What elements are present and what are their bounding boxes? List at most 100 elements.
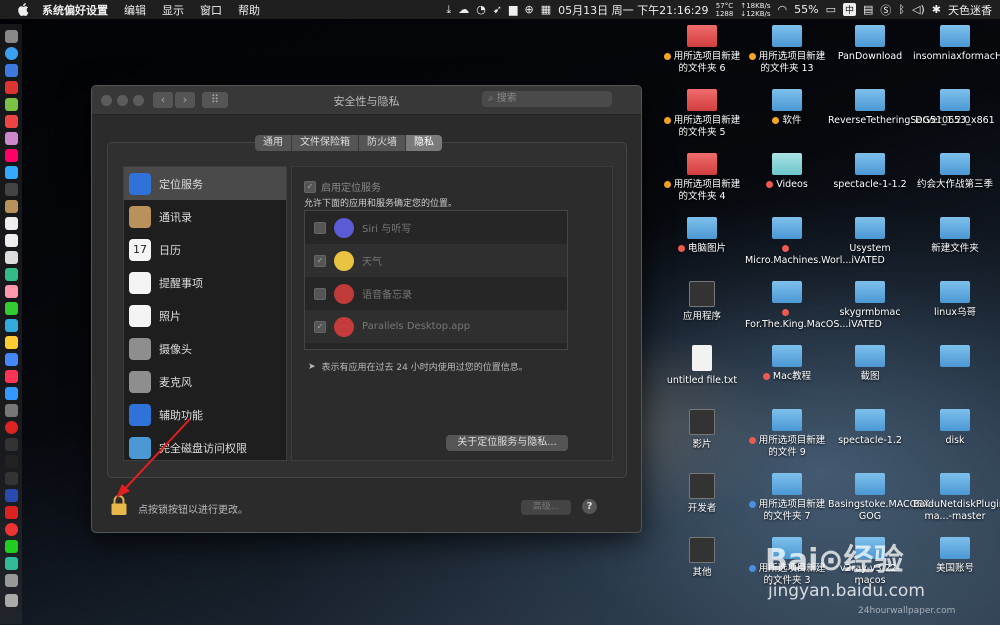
app-checkbox[interactable]: ✓ <box>314 254 326 267</box>
s-icon[interactable]: Ⓢ <box>880 2 891 18</box>
desktop-item[interactable]: 用所选项目新建的文件夹 13 <box>745 25 829 75</box>
desktop-item[interactable] <box>913 345 997 371</box>
desktop-item[interactable]: skygrmbmac <box>828 281 912 319</box>
desktop-item[interactable]: 用所选项目新建的文件夹 7 <box>745 473 829 523</box>
enable-location-checkbox[interactable]: ✓ 启用定位服务 <box>304 179 381 194</box>
finder-icon[interactable] <box>5 30 18 43</box>
message-icon[interactable]: ▆ <box>509 3 517 16</box>
datetime[interactable]: 05月13日 周一 下午21:16:29 <box>558 2 708 18</box>
about-location-button[interactable]: 关于定位服务与隐私... <box>446 435 568 451</box>
desktop-item[interactable]: 软件 <box>745 89 829 127</box>
user-name[interactable]: 天色迷香 <box>948 2 992 18</box>
location-app-list[interactable]: Siri 与听写 ✓ 天气 语音备忘录 ✓ Parallels Desktop.app <box>304 210 568 350</box>
vivaldi-dock-icon[interactable] <box>5 421 18 434</box>
input-method[interactable]: 中 <box>842 3 856 16</box>
wifi-icon[interactable]: ◠ <box>778 3 788 16</box>
calendar-menu-icon[interactable]: ▦ <box>541 3 551 16</box>
contacts-dock-icon[interactable] <box>5 200 18 213</box>
app-icon-3[interactable] <box>5 132 18 145</box>
sidebar-item-camera[interactable]: 摄像头 <box>124 332 286 365</box>
network-speed[interactable]: ↑18KB/s ↓12KB/s <box>740 2 770 18</box>
battery-percent[interactable]: 55% <box>794 3 818 16</box>
tab-1[interactable]: 文件保险箱 <box>292 135 359 151</box>
desktop-item[interactable]: 用所选项目新建的文件夹 6 <box>660 25 744 75</box>
netease-dock-icon[interactable] <box>5 523 18 536</box>
reminders-dock-icon[interactable] <box>5 251 18 264</box>
sidebar-item-calendar[interactable]: 17 日历 <box>124 233 286 266</box>
volume-icon[interactable]: ◁) <box>912 3 925 16</box>
app-checkbox[interactable] <box>314 221 326 234</box>
desktop-item[interactable]: 美国账号 <box>913 537 997 575</box>
calendar-dock-icon[interactable] <box>5 217 18 230</box>
vpn-dock-icon[interactable] <box>5 489 18 502</box>
desktop-item[interactable]: 用所选项目新建的文件夹 4 <box>660 153 744 203</box>
preferences-dock-icon[interactable] <box>5 404 18 417</box>
desktop-item[interactable]: 应用程序 <box>660 281 744 323</box>
sidebar-item-accessibility[interactable]: 辅助功能 <box>124 398 286 431</box>
desktop-item[interactable]: untitled file.txt <box>660 345 744 387</box>
sidebar-item-reminders[interactable]: 提醒事项 <box>124 266 286 299</box>
desktop-item[interactable]: 约会大作战第三季 <box>913 153 997 191</box>
terminal-dock-icon[interactable] <box>5 438 18 451</box>
maps-dock-icon[interactable] <box>5 268 18 281</box>
help-button[interactable]: ? <box>582 499 597 514</box>
music-dock-icon[interactable] <box>5 370 18 383</box>
tab-0[interactable]: 通用 <box>255 135 292 151</box>
desktop-item[interactable]: Basingstoke.MACOSX-GOG <box>828 473 933 523</box>
tab-3[interactable]: 隐私 <box>406 135 442 151</box>
menu-app-name[interactable]: 系统偏好设置 <box>42 2 108 18</box>
window-titlebar[interactable]: ‹ › ⠿ 安全性与隐私 ⌕ 搜索 <box>92 86 641 115</box>
keynote-dock-icon[interactable] <box>5 353 18 366</box>
desktop-item[interactable]: For.The.King.MacOS...iVATED <box>745 281 882 331</box>
desktop-item[interactable]: 电脑图片 <box>660 217 744 255</box>
desktop-item[interactable]: Usystem <box>828 217 912 255</box>
facetime-dock-icon[interactable] <box>5 319 18 332</box>
sidebar-item-contacts[interactable]: 通讯录 <box>124 200 286 233</box>
downloads-dock-icon[interactable] <box>5 574 18 587</box>
location-app-row[interactable]: Siri 与听写 <box>305 211 567 244</box>
desktop-item[interactable]: Mac教程 <box>745 345 829 383</box>
desktop-item[interactable]: insomniaxformacHHB_jb51 <box>913 25 1000 63</box>
cursor-icon[interactable]: ➹ <box>493 3 502 16</box>
search-field[interactable]: ⌕ 搜索 <box>482 91 612 107</box>
desktop-item[interactable]: 新建文件夹 <box>913 217 997 255</box>
sidebar-item-location[interactable]: 定位服务 <box>124 167 286 200</box>
lock-icon[interactable] <box>110 494 128 516</box>
menu-help[interactable]: 帮助 <box>238 2 260 18</box>
app-dark-icon[interactable] <box>5 455 18 468</box>
desktop-item[interactable]: PanDownload <box>828 25 912 63</box>
bluetooth-icon[interactable]: ᛒ <box>898 3 905 16</box>
activity-dock-icon[interactable] <box>5 472 18 485</box>
app-icon-6[interactable] <box>5 183 18 196</box>
tab-2[interactable]: 防火墙 <box>359 135 406 151</box>
sidebar-item-photos[interactable]: 照片 <box>124 299 286 332</box>
sidebar-item-microphone[interactable]: 麦克风 <box>124 365 286 398</box>
location-app-row[interactable]: ✓ Parallels Desktop.app <box>305 310 567 343</box>
globe-icon[interactable]: ⊕ <box>525 3 534 16</box>
messages-dock-icon[interactable] <box>5 302 18 315</box>
android-icon[interactable] <box>5 98 18 111</box>
desktop-item[interactable]: Videos <box>745 153 829 191</box>
apple-menu-icon[interactable] <box>16 3 30 16</box>
desktop-item[interactable]: DG510653_x861 <box>913 89 997 127</box>
location-app-row[interactable]: ✓ 天气 <box>305 244 567 277</box>
desktop-item[interactable]: spectacle-1-1.2 <box>828 153 912 191</box>
menu-view[interactable]: 显示 <box>162 2 184 18</box>
battery-icon[interactable]: ▭ <box>826 3 836 16</box>
app-red-icon[interactable] <box>5 81 18 94</box>
desktop-item[interactable]: 用所选项目新建的文件夹 5 <box>660 89 744 139</box>
wechat-dock-icon[interactable] <box>5 540 18 553</box>
app-icon-2[interactable] <box>5 115 18 128</box>
app-checkbox[interactable]: ✓ <box>314 320 326 333</box>
menu-edit[interactable]: 编辑 <box>124 2 146 18</box>
desktop-item[interactable]: disk <box>913 409 997 447</box>
desktop-item[interactable]: linux乌哥 <box>913 281 997 319</box>
desktop-item[interactable]: BaiduNetdiskPlugin-ma...-master <box>913 473 1000 523</box>
notes2-dock-icon[interactable] <box>5 336 18 349</box>
notes-dock-icon[interactable] <box>5 234 18 247</box>
menu-window[interactable]: 窗口 <box>200 2 222 18</box>
location-app-row[interactable]: 语音备忘录 <box>305 277 567 310</box>
desktop-item[interactable]: spectacle-1.2 <box>828 409 912 447</box>
desktop-item[interactable]: 开发者 <box>660 473 744 515</box>
launchpad-icon[interactable] <box>5 47 18 60</box>
